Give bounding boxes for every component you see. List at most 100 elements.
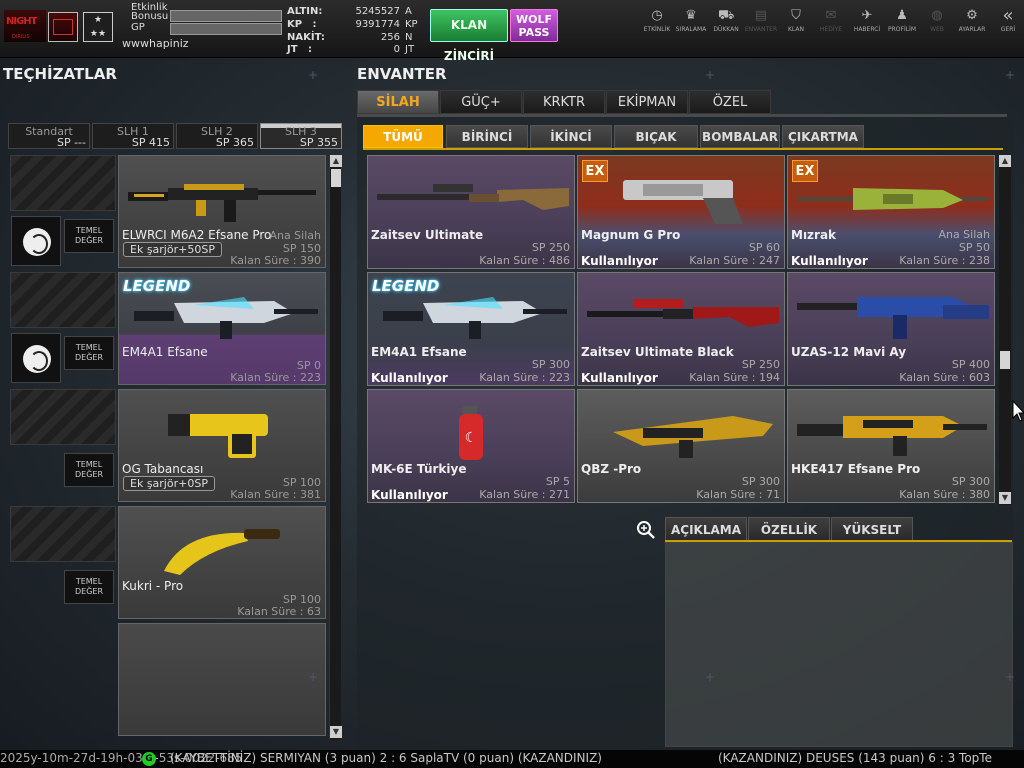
subtab-stickers[interactable]: ÇIKARTMA xyxy=(782,125,864,148)
spear-icon xyxy=(797,188,987,210)
subtab-secondary[interactable]: İKİNCİ xyxy=(530,125,612,148)
ticker-message: (KAZANDINIZ) DEUSES (143 puan) 6 : 3 Top… xyxy=(718,751,992,765)
rifle-legend-icon xyxy=(383,297,567,339)
zoom-in-icon[interactable] xyxy=(636,520,656,540)
slot-tab-slh2[interactable]: SLH 2 SP 365 xyxy=(176,123,258,149)
tab-power[interactable]: GÜÇ+ xyxy=(440,90,522,114)
item-name: MK-6E Türkiye xyxy=(371,462,467,476)
gear-icon: ⚙ xyxy=(966,8,978,23)
tab-equipment[interactable]: EKİPMAN xyxy=(606,90,688,114)
nav-ranking[interactable]: ♛ SIRALAMA xyxy=(673,8,709,33)
nav-inventory[interactable]: ▤ ENVANTER xyxy=(743,8,779,33)
subtab-all[interactable]: TÜMÜ xyxy=(363,125,443,148)
inventory-item[interactable]: Zaitsev Ultimate SP 250 Kalan Süre : 486 xyxy=(367,155,575,269)
inventory-item[interactable]: UZAS-12 Mavi Ay SP 400 Kalan Süre : 603 xyxy=(787,272,995,386)
tab-description[interactable]: AÇIKLAMA xyxy=(665,517,747,541)
currency-unit: JT xyxy=(405,44,415,55)
stopwatch-icon: ◷ xyxy=(651,8,663,23)
scroll-up-icon[interactable]: ▲ xyxy=(999,155,1011,167)
item-name: HKE417 Efsane Pro xyxy=(791,462,921,476)
extra-ammo-badge: Ek şarjör+0SP xyxy=(123,476,215,491)
nav-shop[interactable]: ⛟ DÜKKAN xyxy=(708,8,744,33)
clan-chain-button[interactable]: KLAN ZİNCİRİ xyxy=(430,9,508,63)
gift-icon: ✉ xyxy=(825,8,837,23)
nav-event[interactable]: ◷ ETKİNLİK xyxy=(639,8,675,33)
tab-weapon[interactable]: SİLAH xyxy=(357,90,439,114)
inventory-item[interactable]: ☾ MK-6E Türkiye SP 5 Kullanılıyor Kalan … xyxy=(367,389,575,503)
inventory-item[interactable]: Zaitsev Ultimate Black SP 250 Kullanılıy… xyxy=(577,272,785,386)
profile-icon: ♟ xyxy=(896,8,908,23)
item-remaining: Kalan Süre : 194 xyxy=(689,371,780,384)
nav-label: ENVANTER xyxy=(744,26,778,33)
empty-equip-slot[interactable] xyxy=(118,623,326,736)
decor-plus: + xyxy=(1005,670,1016,684)
battle-rifle-icon xyxy=(797,416,987,456)
base-value-button[interactable]: TEMEL DEĞER xyxy=(64,453,114,487)
wolf-pass-button[interactable]: WOLF PASS xyxy=(510,9,558,42)
globe-icon: ◍ xyxy=(931,8,943,23)
gp-label: GP xyxy=(131,22,145,33)
scroll-thumb[interactable] xyxy=(331,169,341,187)
inventory-item[interactable]: EX Mızrak Ana Silah SP 50 Kullanılıyor K… xyxy=(787,155,995,269)
bullpup-rifle-icon xyxy=(613,416,773,458)
tab-features[interactable]: ÖZELLİK xyxy=(748,517,830,541)
scroll-down-icon[interactable]: ▼ xyxy=(330,726,342,738)
tab-special[interactable]: ÖZEL xyxy=(689,90,771,114)
nav-back[interactable]: «GERİ xyxy=(990,7,1024,34)
slot-tab-slh3[interactable]: SLH 3 SP 355 xyxy=(260,123,342,149)
inventory-item[interactable]: LEGEND EM4A1 Efsane SP 300 Kullanılıyor … xyxy=(367,272,575,386)
nav-settings[interactable]: ⚙ AYARLAR xyxy=(954,8,990,33)
slot-tab-sp: SP 365 xyxy=(215,136,254,149)
decor-plus: + xyxy=(705,670,716,684)
cart-icon: ⛟ xyxy=(718,8,735,23)
item-remaining: Kalan Süre : 486 xyxy=(479,254,570,267)
nav-messenger[interactable]: ✈ HABERCİ xyxy=(849,8,885,33)
subtab-knife[interactable]: BIÇAK xyxy=(614,125,698,148)
inventory-item[interactable]: QBZ -Pro SP 300 Kalan Süre : 71 xyxy=(577,389,785,503)
nav-gift[interactable]: ✉ HEDİYE xyxy=(813,8,849,33)
tab-upgrade[interactable]: YÜKSELT xyxy=(831,517,913,541)
subtab-grenades[interactable]: BOMBALAR xyxy=(700,125,780,148)
revolver-icon xyxy=(623,180,743,224)
equipped-item[interactable]: OG Tabancası Ek şarjör+0SP SP 100 Kalan … xyxy=(118,389,326,502)
tab-character[interactable]: KRKTR xyxy=(523,90,605,114)
item-sp: SP 300 xyxy=(741,475,780,488)
currency-label: KP : xyxy=(287,19,317,30)
item-name: Kukri - Pro xyxy=(122,579,184,593)
item-remaining: Kalan Süre : 603 xyxy=(899,371,990,384)
item-name: ELWRCI M6A2 Efsane Pro xyxy=(122,228,272,242)
shotgun-blue-icon xyxy=(797,297,989,339)
base-value-button[interactable]: TEMEL DEĞER xyxy=(64,219,114,253)
equipped-item[interactable]: ELWRCI M6A2 Efsane Pro Ana Silah Ek şarj… xyxy=(118,155,326,268)
equipped-item[interactable]: Kukri - Pro SP 100 Kalan Süre : 63 xyxy=(118,506,326,619)
subtab-primary[interactable]: BİRİNCİ xyxy=(446,125,528,148)
equipped-item[interactable]: LEGEND EM4A1 Efsane SP 0 Kalan Süre : 22… xyxy=(118,272,326,385)
in-use-label: Kullanılıyor xyxy=(791,254,868,268)
nav-clan[interactable]: ⛉ KLAN xyxy=(778,8,814,33)
nav-label: HABERCİ xyxy=(853,26,881,33)
inventory-item[interactable]: HKE417 Efsane Pro SP 300 Kalan Süre : 38… xyxy=(787,389,995,503)
item-remaining: Kalan Süre : 247 xyxy=(689,254,780,267)
repair-icon[interactable] xyxy=(11,333,61,383)
inventory-item[interactable]: EX Magnum G Pro SP 60 Kullanılıyor Kalan… xyxy=(577,155,785,269)
repair-icon[interactable] xyxy=(11,216,61,266)
news-ticker: 2025y-10m-27d-19h-03m-53s-0022-685 G (KA… xyxy=(0,750,1024,768)
item-name: EM4A1 Efsane xyxy=(371,345,467,359)
slot-tab-standard[interactable]: Standart SP --- xyxy=(8,123,90,149)
base-value-button[interactable]: TEMEL DEĞER xyxy=(64,570,114,604)
scroll-thumb[interactable] xyxy=(1000,351,1010,369)
wolf-pass-label: PASS xyxy=(518,26,550,39)
right-scrollbar[interactable]: ▲ ▼ xyxy=(999,155,1011,505)
slot-tab-slh1[interactable]: SLH 1 SP 415 xyxy=(92,123,174,149)
sniper-black-icon xyxy=(587,299,779,327)
left-scrollbar[interactable]: ▲ ▼ xyxy=(329,155,342,740)
scroll-up-icon[interactable]: ▲ xyxy=(330,155,342,167)
currency-value: 9391774 xyxy=(355,19,400,30)
item-name: Zaitsev Ultimate xyxy=(371,228,484,242)
currency-label: ALTIN: xyxy=(287,6,323,17)
nav-profile[interactable]: ♟ PROFİLİM xyxy=(884,8,920,33)
scroll-down-icon[interactable]: ▼ xyxy=(999,492,1011,504)
nav-web[interactable]: ◍ WEB xyxy=(919,8,955,33)
base-value-button[interactable]: TEMEL DEĞER xyxy=(64,336,114,370)
currency-unit: A xyxy=(405,6,412,17)
